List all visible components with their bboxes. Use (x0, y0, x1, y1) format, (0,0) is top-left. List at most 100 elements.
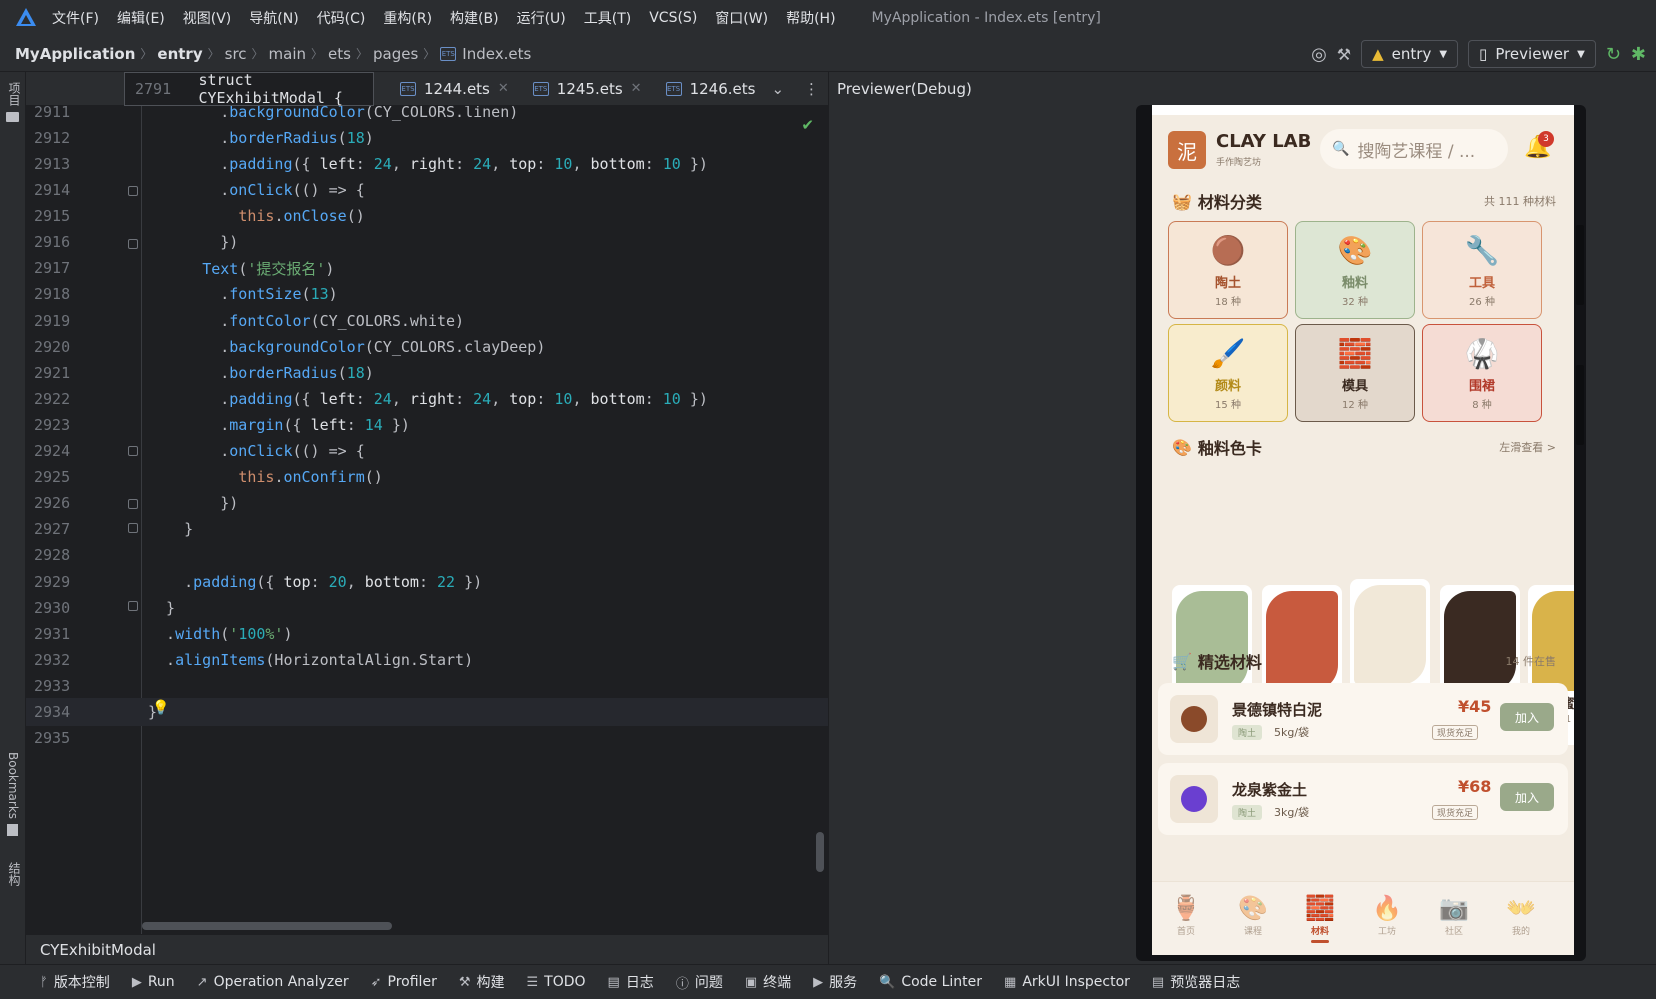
statusbar-arkui-inspector[interactable]: ▦ ArkUI Inspector (1004, 974, 1130, 990)
code-line[interactable]: 2933 (26, 672, 828, 700)
crumb-pages[interactable]: pages (373, 45, 418, 63)
crumb-project[interactable]: MyApplication (15, 45, 135, 63)
code-line[interactable]: 2924 .onClick(() => { (26, 437, 828, 465)
tab-home[interactable]: 🏺 首页 (1156, 894, 1216, 937)
statusbar-服务[interactable]: ▶ 服务 (813, 972, 857, 992)
statusbar-operation-analyzer[interactable]: ↗ Operation Analyzer (197, 974, 349, 990)
category-card[interactable]: 🟤 陶土 18 种 (1168, 221, 1288, 319)
module-select[interactable]: ▲ entry ▼ (1361, 40, 1459, 68)
fold-marker-icon[interactable] (128, 601, 138, 611)
category-card[interactable]: 🖌️ 颜料 15 种 (1168, 324, 1288, 422)
statusbar-终端[interactable]: ▣ 终端 (745, 972, 791, 992)
tab-community[interactable]: 📷 社区 (1424, 894, 1484, 937)
product-card[interactable]: 景德镇特白泥 陶土 5kg/袋 ¥45 现货充足 加入 (1158, 683, 1568, 755)
intention-bulb-icon[interactable]: 💡 (152, 700, 169, 716)
editor-breadcrumb[interactable]: CYExhibitModal (26, 934, 828, 964)
menu-run[interactable]: 运行(U) (517, 8, 566, 28)
glaze-scroll-hint[interactable]: 左滑查看 > (1499, 439, 1556, 455)
refresh-icon[interactable]: ↻ (1606, 44, 1621, 65)
tab-mine[interactable]: 👐 我的 (1491, 894, 1551, 937)
statusbar-问题[interactable]: ⓘ 问题 (676, 972, 723, 992)
code-line[interactable]: 2929 .padding({ top: 20, bottom: 22 }) (26, 568, 828, 596)
tab-workshop[interactable]: 🔥 工坊 (1357, 894, 1417, 937)
category-card[interactable]: 🔧 工具 26 种 (1422, 221, 1542, 319)
menu-navigate[interactable]: 导航(N) (249, 8, 298, 28)
statusbar-日志[interactable]: ▤ 日志 (608, 972, 654, 992)
fold-marker-icon[interactable] (128, 499, 138, 509)
code-text[interactable]: .alignItems(HorizontalAlign.Start) (148, 651, 473, 669)
code-text[interactable]: .padding({ left: 24, right: 24, top: 10,… (148, 390, 708, 408)
add-to-cart-button[interactable]: 加入 (1500, 783, 1554, 811)
menu-view[interactable]: 视图(V) (183, 8, 232, 28)
folder-icon[interactable] (6, 112, 19, 122)
statusbar-profiler[interactable]: ➶ Profiler (371, 974, 437, 990)
code-line[interactable]: 2925 this.onConfirm() (26, 463, 828, 491)
code-text[interactable]: .padding({ left: 24, right: 24, top: 10,… (148, 155, 708, 173)
crumb-ets[interactable]: ets (328, 45, 351, 63)
code-line[interactable]: 2931 .width('100%') (26, 620, 828, 648)
crumb-module[interactable]: entry (157, 45, 202, 63)
tab-1245[interactable]: ETS 1245.ets ✕ (532, 80, 642, 98)
code-line[interactable]: 2918 .fontSize(13) (26, 281, 828, 309)
code-text[interactable]: .margin({ left: 14 }) (148, 416, 410, 434)
menu-build[interactable]: 构建(B) (450, 8, 499, 28)
code-line[interactable]: 2920 .backgroundColor(CY_COLORS.clayDeep… (26, 333, 828, 361)
product-card[interactable]: 龙泉紫金土 陶土 3kg/袋 ¥68 现货充足 加入 (1158, 763, 1568, 835)
code-line[interactable]: 2932 .alignItems(HorizontalAlign.Start) (26, 646, 828, 674)
code-text[interactable]: Text('提交报名') (148, 258, 334, 279)
tab-material[interactable]: 🧱 材料 (1290, 894, 1350, 943)
statusbar-预览器日志[interactable]: ▤ 预览器日志 (1152, 972, 1240, 992)
code-text[interactable]: .fontSize(13) (148, 285, 337, 303)
fold-marker-icon[interactable] (128, 446, 138, 456)
project-tool-label[interactable]: 项目 (6, 82, 23, 106)
category-card[interactable]: 🥋 围裙 8 种 (1422, 324, 1542, 422)
code-line[interactable]: 2914 .onClick(() => { (26, 176, 828, 204)
code-text[interactable]: .padding({ top: 20, bottom: 22 }) (148, 573, 482, 591)
menu-window[interactable]: 窗口(W) (715, 8, 768, 28)
crumb-src[interactable]: src (225, 45, 247, 63)
menu-tools[interactable]: 工具(T) (584, 8, 631, 28)
previewer-select[interactable]: ▯ Previewer ▼ (1468, 40, 1596, 68)
code-line[interactable]: 2921 .borderRadius(18) (26, 359, 828, 387)
code-text[interactable]: .onClick(() => { (148, 442, 365, 460)
close-icon[interactable]: ✕ (498, 81, 509, 96)
chevron-down-icon[interactable]: ⌄ (771, 80, 784, 98)
debug-icon[interactable]: ✱ (1631, 44, 1646, 65)
code-line[interactable]: 2923 .margin({ left: 14 }) (26, 411, 828, 439)
code-line[interactable]: 2912 .borderRadius(18) (26, 124, 828, 152)
menu-file[interactable]: 文件(F) (52, 8, 99, 28)
statusbar-todo[interactable]: ☰ TODO (526, 974, 585, 990)
code-line[interactable]: 2917 Text('提交报名') (26, 255, 828, 283)
code-line[interactable]: 2935 (26, 724, 828, 752)
code-text[interactable]: } (148, 599, 175, 617)
sticky-scope-header[interactable]: 2791 struct CYExhibitModal { (124, 71, 374, 107)
code-line[interactable]: 2926 }) (26, 490, 828, 518)
code-text[interactable]: .borderRadius(18) (148, 129, 374, 147)
fold-marker-icon[interactable] (128, 186, 138, 196)
code-text[interactable]: .backgroundColor(CY_COLORS.clayDeep) (148, 338, 545, 356)
add-to-cart-button[interactable]: 加入 (1500, 703, 1554, 731)
code-line[interactable]: 2927 } (26, 516, 828, 544)
code-text[interactable]: }) (148, 494, 238, 512)
code-text[interactable]: .fontColor(CY_COLORS.white) (148, 312, 464, 330)
code-text[interactable]: this.onClose() (148, 207, 364, 225)
fold-marker-icon[interactable] (128, 523, 138, 533)
more-icon[interactable]: ⋮ (804, 80, 819, 98)
code-text[interactable]: .borderRadius(18) (148, 364, 374, 382)
statusbar-版本控制[interactable]: ᚠ 版本控制 (40, 972, 110, 992)
statusbar-构建[interactable]: ⚒ 构建 (459, 972, 505, 992)
tab-1246[interactable]: ETS 1246.ets (665, 80, 755, 98)
code-line[interactable]: 2934} (26, 698, 828, 726)
bookmark-icon[interactable] (7, 824, 18, 836)
target-icon[interactable]: ◎ (1311, 44, 1327, 65)
code-line[interactable]: 2916 }) (26, 229, 828, 257)
code-editor[interactable]: ETS 1244.ets ✕ ETS 1245.ets ✕ ETS 1246.ets ⌄ … (26, 71, 828, 934)
menu-refactor[interactable]: 重构(R) (383, 8, 432, 28)
code-text[interactable]: } (148, 520, 193, 538)
structure-tool-label[interactable]: 结构 (6, 862, 23, 886)
code-line[interactable]: 2928 (26, 542, 828, 570)
statusbar-code-linter[interactable]: 🔍 Code Linter (879, 974, 982, 990)
tab-course[interactable]: 🎨 课程 (1223, 894, 1283, 937)
bookmarks-tool-label[interactable]: Bookmarks (6, 752, 20, 819)
tab-1244[interactable]: ETS 1244.ets ✕ (400, 80, 509, 98)
